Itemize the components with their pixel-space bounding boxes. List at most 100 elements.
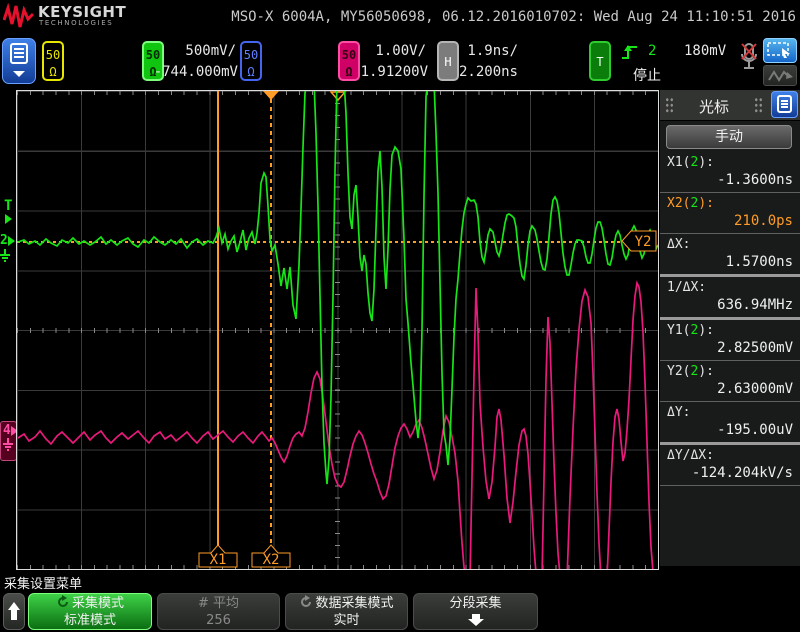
data-acq-mode-label: 数据采集模式 [315,596,394,611]
cursor-row-value: -195.00uV [717,422,793,438]
ch4-impedance: 50 [341,48,357,62]
cursor-panel-title: 光标 [698,98,729,116]
scope-display: T 2 4 X1 X2 Y2 [0,90,660,570]
ch3-unit: Ω [247,65,255,80]
trigger-source: 2 [648,43,657,59]
cycle-icon [301,595,312,607]
header: KEYSIGHT TECHNOLOGIES MSO-X 6004A, MY560… [0,0,800,33]
ch2-arrow-icon [7,236,15,246]
averages-label: # 平均 [197,596,240,611]
data-acquisition-mode-button[interactable]: 数据采集模式 实时 [285,593,408,630]
cursor-x1-label[interactable]: X1 [198,543,238,568]
cursor-row-label: X1(2): [667,155,714,170]
separator [660,360,800,361]
cursor-row-value: 636.94MHz [717,297,793,313]
cursor-row-x1: X1(2): -1.3600ns [660,154,800,190]
separator [660,192,800,193]
ch2-marker-label: 2 [0,233,8,248]
cursor-row-value: 2.82500mV [717,340,793,356]
zigzag-arrow-icon [768,70,793,82]
selection-tool-button[interactable] [763,38,797,63]
separator [660,442,800,445]
svg-text:X1: X1 [210,552,227,568]
cursor-row-channel: 2 [690,155,699,170]
selection-rect-icon [767,42,790,58]
ch4-ground-icon [3,438,13,451]
graticule: X1 X2 Y2 [16,90,659,570]
cursor-row-label: Y1(2): [667,323,714,338]
cursor-row-inv-dx: 1/ΔX: 636.94MHz [660,279,800,315]
acquire-mode-label: 采集模式 [71,596,124,611]
cursor-row-label: ΔX: [667,237,691,252]
cursor-row-dy-dx: ΔY/ΔX: -124.204kV/s [660,447,800,483]
separator [660,233,800,234]
cursor-row-x2: X2(2): 210.0ps [660,195,800,231]
cursor-row-label: ΔY: [667,405,691,420]
horizontal-badge[interactable]: H [437,41,459,81]
horizontal-delay: 2.200ns [458,64,518,80]
cursor-row-value: 2.63000mV [717,381,793,397]
cursor-row-dx: ΔX: 1.5700ns [660,236,800,272]
ch4-marker-label: 4 [3,423,11,438]
drag-grip-icon[interactable] [754,97,763,114]
cursor-x2-label[interactable]: X2 [251,543,291,568]
segmented-label: 分段采集 [449,596,502,611]
brand-subname: TECHNOLOGIES [39,19,114,27]
acquire-mode-value: 标准模式 [63,613,116,628]
trigger-level-marker[interactable]: T [4,198,13,224]
cursor-panel: 光标 手动 X1(2): -1.3600ns X2(2): 210.0ps ΔX: 1.5… [660,90,800,566]
ch4-offset: 1.91200V [360,64,428,80]
separator [660,485,800,486]
horizontal-scale: 1.9ns/ [467,43,518,59]
separator [660,274,800,277]
cursor-row-value: -124.204kV/s [691,465,793,481]
toolbar: 50 Ω 50 Ω 500mV/ -744.000mV 50 Ω 50 Ω 1.… [0,33,800,90]
ch2-scale: 500mV/ [185,43,236,59]
averages-button[interactable]: # 平均 256 [157,593,280,630]
horizontal-label: H [444,55,452,69]
down-arrow-icon [467,614,484,626]
trigger-marker-label: T [4,198,13,214]
acquire-mode-button[interactable]: 采集模式 标准模式 [28,593,152,630]
channel2-ground-marker[interactable]: 2 [0,234,15,267]
cursor-panel-header[interactable]: 光标 [660,90,800,121]
ch3-impedance: 50 [243,48,259,62]
back-button[interactable] [3,593,25,630]
ch4-scale: 1.00V/ [375,43,426,59]
trigger-arrow-icon [4,214,12,224]
data-acq-mode-value: 实时 [333,613,360,628]
separator [660,317,800,320]
oscilloscope-screen: KEYSIGHT TECHNOLOGIES MSO-X 6004A, MY560… [0,0,800,632]
trigger-status: 停止 [633,68,661,84]
cursor-row-channel: 2 [690,196,699,211]
separator [660,401,800,402]
instrument-title: MSO-X 6004A, MY56050698, 06.12.201601070… [231,9,796,25]
cursor-y2-label[interactable]: Y2 [621,228,658,255]
cursor-row-value: -1.3600ns [717,172,793,188]
cursor-row-label: Y2(2): [667,364,714,379]
up-arrow-icon [8,602,20,620]
ch2-offset: -744.000mV [153,64,238,80]
ch4-trace [17,280,654,569]
cursor-row-label: 1/ΔX: [667,280,707,295]
trigger-badge[interactable]: T [589,41,611,81]
menu-list-icon [777,95,792,113]
ch1-unit: Ω [49,65,57,80]
ch1-impedance: 50 [45,48,61,62]
cursor-mode-button[interactable]: 手动 [666,125,792,149]
segmented-acquire-button[interactable]: 分段采集 [413,593,538,630]
rising-edge-icon [622,45,637,59]
channel3-badge[interactable]: 50 Ω [240,41,262,81]
waveform-traces [17,91,658,569]
channel4-ground-marker[interactable]: 4 [0,421,18,461]
cursor-menu-button[interactable] [771,91,798,118]
svg-text:X2: X2 [263,552,280,568]
waveform-tool-button[interactable] [763,65,797,86]
cursor-row-channel: 2 [690,323,699,338]
main-menu-button[interactable] [2,38,36,84]
microphone-muted-icon[interactable] [738,40,760,82]
menu-list-icon [10,43,28,77]
cursor-readouts: X1(2): -1.3600ns X2(2): 210.0ps ΔX: 1.5700ns 1… [660,154,800,488]
channel1-badge[interactable]: 50 Ω [42,41,64,81]
cursor-row-dy: ΔY: -195.00uV [660,404,800,440]
